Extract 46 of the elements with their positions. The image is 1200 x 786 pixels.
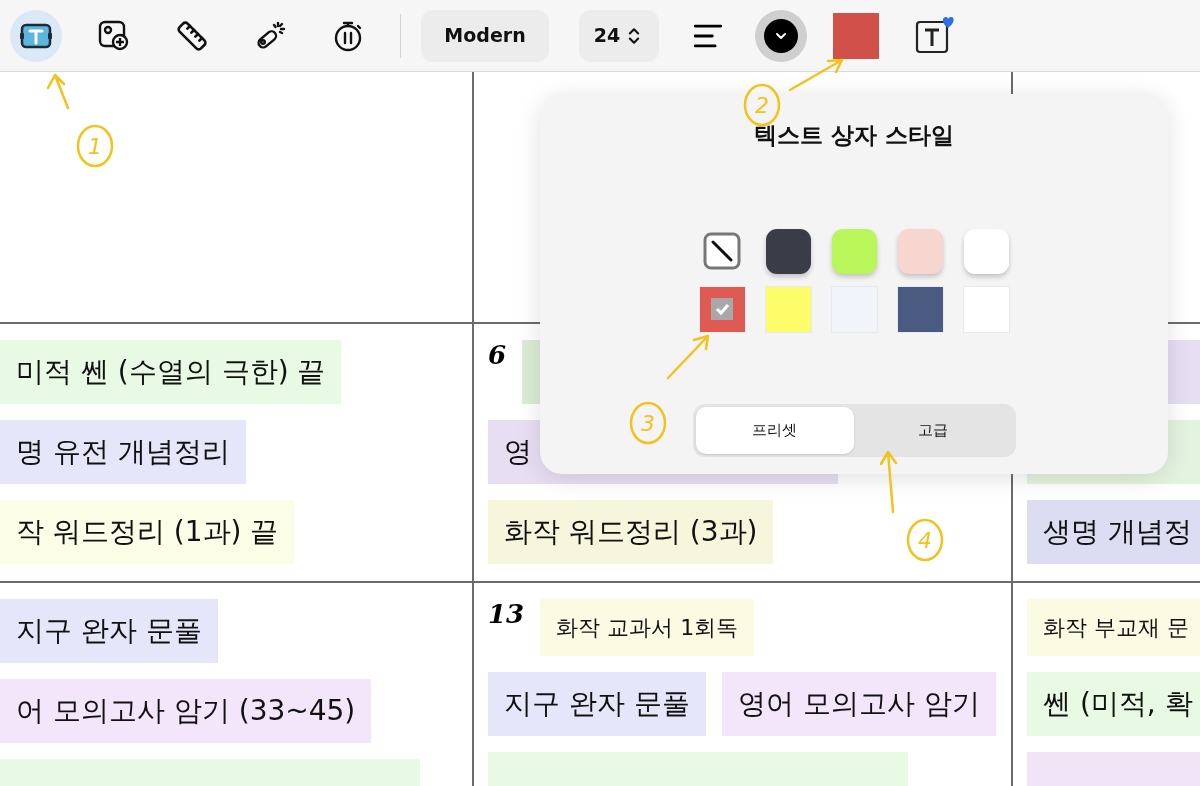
- color-swatch[interactable]: [765, 286, 811, 332]
- color-swatch[interactable]: [963, 286, 1009, 332]
- arrow-annotation: [788, 58, 844, 92]
- color-swatch[interactable]: [699, 286, 745, 332]
- segment-tab[interactable]: 프리셋: [695, 406, 854, 454]
- popover-title: 텍스트 상자 스타일: [754, 121, 954, 150]
- sticky-note: 영어 모의고사 암기: [721, 672, 996, 736]
- sticky-note: 지구 완자 문풀: [0, 599, 218, 663]
- circle-annotation: [906, 518, 944, 562]
- segment-tab[interactable]: 고급: [854, 406, 1013, 454]
- text-box-icon: [19, 21, 53, 50]
- sticky-note: 명 유전 개념정리: [0, 420, 246, 484]
- color-swatch[interactable]: [963, 228, 1009, 274]
- text-color-button[interactable]: [755, 9, 807, 62]
- sticky-note: 지구 완자 문풀: [488, 672, 706, 736]
- sticky-note: 생명 개념정: [1027, 500, 1200, 564]
- color-swatch[interactable]: [897, 228, 943, 274]
- color-swatch[interactable]: [831, 228, 877, 274]
- sticky-note: 어 모의고사 암기 (33~45): [0, 679, 372, 743]
- sticky-note: 화작 교과서 1회독: [540, 599, 755, 656]
- checkmark-icon: [711, 298, 733, 320]
- sticky-note: 쎈 (미적, 확: [1027, 672, 1200, 736]
- sticky-note: 작 워드정리 (1과) 끝: [0, 500, 295, 564]
- arrow-annotation: [46, 73, 70, 110]
- day-number: 6: [488, 339, 507, 372]
- color-swatch[interactable]: [765, 228, 811, 274]
- circle-annotation: [629, 401, 667, 445]
- circle-annotation: [743, 83, 781, 127]
- sticky-note: 미적 쎈 (수열의 극한) 끝: [0, 340, 342, 404]
- annotation-number: 4: [918, 528, 932, 553]
- ruler-icon: [176, 19, 208, 52]
- annotation-number: 2: [755, 93, 769, 118]
- no-fill-icon: [703, 232, 741, 270]
- fill-color-button[interactable]: [833, 12, 879, 59]
- day-number: 13: [488, 598, 525, 631]
- arrow-annotation: [879, 450, 898, 514]
- image-add-icon: [97, 18, 131, 53]
- tool-button[interactable]: [10, 9, 62, 62]
- annotation-number: 1: [88, 134, 102, 159]
- font-style-button[interactable]: Modern: [421, 9, 549, 62]
- color-swatch[interactable]: [897, 286, 943, 332]
- sticky-note: 화작 부교재 문: [1027, 599, 1200, 656]
- font-size-stepper[interactable]: 24: [579, 9, 659, 62]
- sticky-note: 화작 워드정리 (3과): [488, 500, 774, 564]
- circle-annotation: [76, 124, 114, 168]
- arrow-annotation: [666, 334, 710, 380]
